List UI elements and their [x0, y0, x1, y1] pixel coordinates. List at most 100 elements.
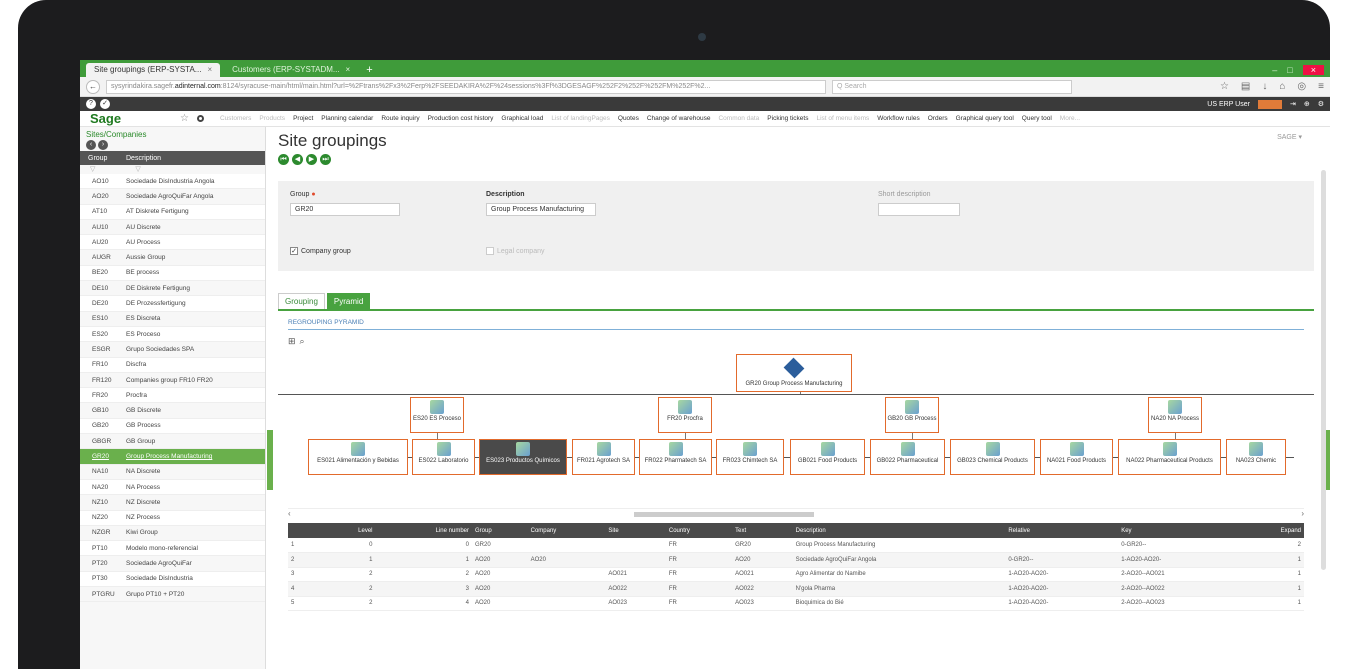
scroll-thumb[interactable]: [634, 512, 814, 517]
pyramid-node[interactable]: FR022 Pharmatech SA: [639, 439, 712, 475]
pyramid-node[interactable]: FR021 Agrotech SA: [572, 439, 635, 475]
pyramid-node[interactable]: NA023 Chemic: [1226, 439, 1286, 475]
menu-item[interactable]: Workflow rules: [877, 115, 920, 122]
filter-icon[interactable]: ▽: [135, 165, 140, 174]
check-icon[interactable]: ✓: [100, 99, 110, 109]
pyramid-node[interactable]: NA021 Food Products: [1040, 439, 1113, 475]
last-record-icon[interactable]: ⏭: [320, 154, 331, 165]
tab-grouping[interactable]: Grouping: [278, 293, 325, 309]
sidebar-row[interactable]: FR120 Companies group FR10 FR20: [80, 373, 265, 389]
pyramid-node[interactable]: ES20 ES Proceso: [410, 397, 464, 433]
sidebar-row[interactable]: NA20 NA Process: [80, 479, 265, 496]
menu-item[interactable]: Products: [259, 115, 285, 122]
sidebar-row[interactable]: PT10 Modelo mono-referencial: [80, 541, 265, 557]
table-view-icon[interactable]: ⊞: [288, 336, 296, 347]
pyramid-node[interactable]: FR023 Chimtech SA: [716, 439, 784, 475]
browser-search-input[interactable]: Q Search: [832, 79, 1072, 94]
group-input[interactable]: GR20: [290, 203, 400, 216]
sidebar-row[interactable]: AU10 AU Discrete: [80, 220, 265, 236]
menu-item[interactable]: Common data: [718, 115, 759, 122]
menu-item[interactable]: List of menu items: [816, 115, 869, 122]
pyramid-node[interactable]: GB023 Chemical Products: [950, 439, 1035, 475]
grid-column-header[interactable]: [310, 523, 326, 538]
menu-item[interactable]: Customers: [220, 115, 251, 122]
sidebar-row[interactable]: FR20 Procfra: [80, 388, 265, 404]
bookmark-star-icon[interactable]: ☆: [1220, 81, 1229, 92]
vertical-scrollbar[interactable]: [1321, 170, 1326, 570]
sidebar-resize-handle[interactable]: [267, 430, 273, 490]
menu-item[interactable]: Picking tickets: [767, 115, 808, 122]
pyramid-node[interactable]: GB20 GB Process: [885, 397, 939, 433]
sidebar-row[interactable]: PTGRU Grupo PT10 + PT20: [80, 587, 265, 603]
sidebar-row[interactable]: NA10 NA Discrete: [80, 465, 265, 480]
sidebar-row[interactable]: AO10 Sociedade DisIndustria Angola: [80, 174, 265, 190]
scroll-left-icon[interactable]: ‹: [288, 509, 291, 518]
menu-item[interactable]: Graphical query tool: [956, 115, 1014, 122]
sidebar-row[interactable]: AO20 Sociedade AgroQuiFar Angola: [80, 189, 265, 205]
grid-column-header[interactable]: [288, 523, 311, 538]
previous-record-icon[interactable]: ◀: [292, 154, 303, 165]
table-row[interactable]: 2 1 1 AO20 AO20 FR AO20 Sociedade AgroQuiFar An…: [288, 552, 1304, 568]
sidebar-row[interactable]: PT30 Sociedade DisIndustria: [80, 571, 265, 588]
grid-column-header[interactable]: Group: [472, 523, 528, 538]
menu-item[interactable]: Route inquiry: [381, 115, 419, 122]
chevron-right-icon[interactable]: ›: [98, 140, 108, 150]
column-header-group[interactable]: Group: [80, 155, 126, 162]
scroll-right-icon[interactable]: ›: [1301, 509, 1304, 518]
browser-tab-site-groupings[interactable]: Site groupings (ERP-SYSTA... ×: [86, 63, 221, 77]
first-record-icon[interactable]: ⏮: [278, 154, 289, 165]
globe-icon[interactable]: ⊕: [1304, 100, 1310, 108]
grid-column-header[interactable]: Description: [792, 523, 1006, 538]
sidebar-row[interactable]: DE20 DE Prozessfertigung: [80, 296, 265, 312]
home-icon[interactable]: ⌂: [1279, 81, 1285, 92]
menu-item[interactable]: List of landingPages: [551, 115, 610, 122]
short-description-input[interactable]: [878, 203, 960, 216]
grid-column-header[interactable]: Expand: [1239, 523, 1304, 538]
pyramid-node[interactable]: ES023 Productos Químicos: [479, 439, 567, 475]
menu-item[interactable]: Production cost history: [428, 115, 494, 122]
sidebar-row[interactable]: ESGR Grupo Sociedades SPA: [80, 342, 265, 358]
horizontal-scrollbar[interactable]: ‹ ›: [288, 508, 1304, 518]
company-group-checkbox[interactable]: ✓ Company group: [290, 247, 351, 255]
sidebar-row[interactable]: NZ20 NZ Process: [80, 510, 265, 526]
grid-column-header[interactable]: Line number: [375, 523, 472, 538]
sidebar-row[interactable]: BE20 BE process: [80, 265, 265, 282]
browser-tab-customers[interactable]: Customers (ERP-SYSTADM... ×: [224, 63, 358, 77]
menu-item[interactable]: Orders: [928, 115, 948, 122]
menu-item[interactable]: Quotes: [618, 115, 639, 122]
user-name[interactable]: US ERP User: [1207, 101, 1250, 108]
download-icon[interactable]: ↓: [1262, 81, 1267, 92]
sidebar-row[interactable]: GBGR GB Group: [80, 434, 265, 450]
menu-item[interactable]: More...: [1060, 115, 1080, 122]
pyramid-node[interactable]: GB021 Food Products: [790, 439, 865, 475]
sidebar-row[interactable]: NZGR Kiwi Group: [80, 526, 265, 542]
close-icon[interactable]: ×: [346, 63, 351, 77]
grid-column-header[interactable]: Relative: [1005, 523, 1119, 538]
sidebar-row[interactable]: ES20 ES Proceso: [80, 326, 265, 343]
grid-column-header[interactable]: Level: [325, 523, 376, 538]
sidebar-row[interactable]: DE10 DE Diskrete Fertigung: [80, 281, 265, 297]
reading-list-icon[interactable]: ▤: [1241, 81, 1250, 92]
filter-icon[interactable]: ▽: [90, 165, 95, 174]
address-input[interactable]: sysyrindakira.sagefr.adinternal.com:8124…: [106, 79, 826, 94]
sidebar-row[interactable]: GB20 GB Process: [80, 418, 265, 435]
chevron-left-icon[interactable]: ‹: [86, 140, 96, 150]
table-row[interactable]: 5 2 4 AO20 AO023 FR AO023 Bioquimica do Bié 1-AO…: [288, 596, 1304, 611]
pyramid-node[interactable]: NA022 Pharmaceutical Products: [1118, 439, 1221, 475]
window-close-icon[interactable]: ×: [1302, 64, 1324, 75]
table-row[interactable]: 3 2 2 AO20 AO021 FR AO021 Agro Alimentar do Nam…: [288, 567, 1304, 582]
sidebar-row[interactable]: GR20 Group Process Manufacturing: [80, 449, 265, 465]
grid-column-header[interactable]: Text: [732, 523, 793, 538]
sidebar-row[interactable]: AU20 AU Process: [80, 235, 265, 251]
tab-pyramid[interactable]: Pyramid: [326, 293, 371, 309]
zoom-icon[interactable]: ⌕: [300, 336, 305, 347]
navigation-dot-icon[interactable]: [196, 115, 204, 122]
pocket-icon[interactable]: ◎: [1297, 81, 1306, 92]
grid-column-header[interactable]: Key: [1118, 523, 1240, 538]
menu-item[interactable]: Graphical load: [501, 115, 543, 122]
sidebar-row[interactable]: ES10 ES Discreta: [80, 312, 265, 327]
minimize-icon[interactable]: –: [1272, 65, 1277, 75]
table-row[interactable]: 4 2 3 AO20 AO022 FR AO022 N'gola Pharma 1-AO20-A…: [288, 581, 1304, 597]
favorite-star-icon[interactable]: ☆: [180, 113, 189, 124]
folder-dropdown[interactable]: SAGE ▾: [1277, 133, 1302, 141]
